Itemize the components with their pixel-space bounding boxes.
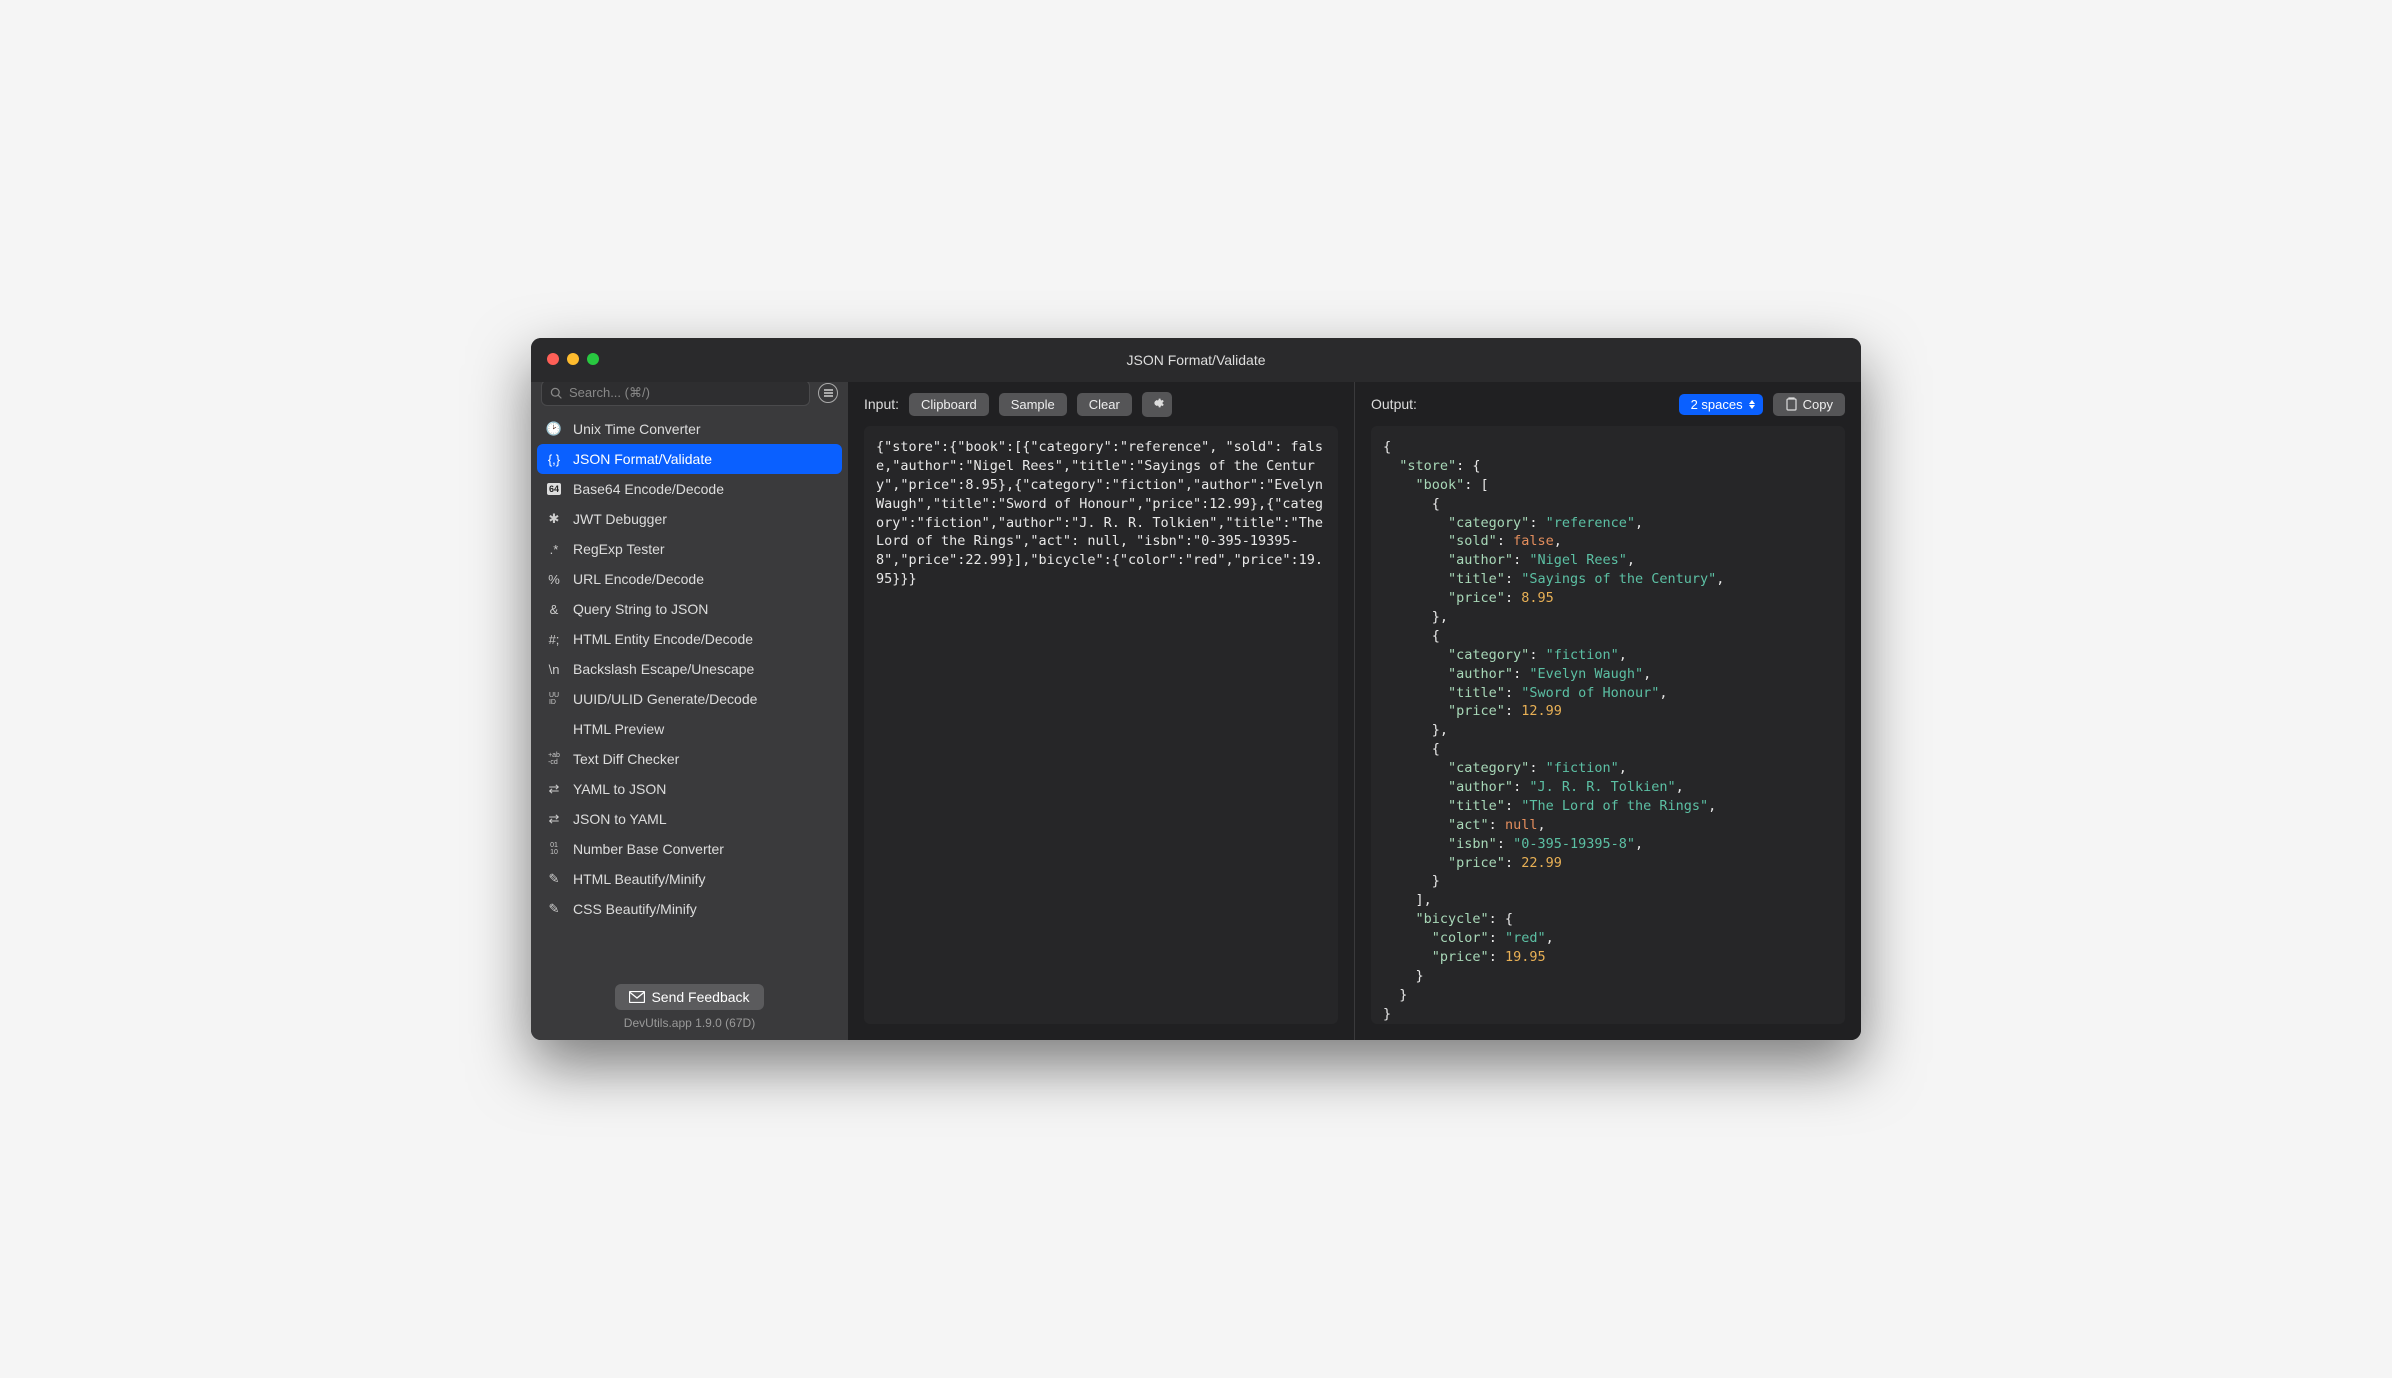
sample-button[interactable]: Sample	[999, 393, 1067, 416]
sidebar-item-2[interactable]: 64 Base64 Encode/Decode	[537, 474, 842, 504]
bslash-icon: \n	[545, 662, 563, 677]
sidebar-item-label: Number Base Converter	[573, 841, 724, 857]
output-label: Output:	[1371, 396, 1417, 412]
feedback-label: Send Feedback	[651, 989, 749, 1005]
bits-icon: 01 10	[545, 842, 563, 856]
window-title: JSON Format/Validate	[1126, 352, 1265, 368]
swap-icon: ⇄	[545, 811, 563, 827]
wand-icon: ✎	[545, 871, 563, 887]
sidebar-item-7[interactable]: #; HTML Entity Encode/Decode	[537, 624, 842, 654]
sidebar-item-4[interactable]: .* RegExp Tester	[537, 534, 842, 564]
filter-icon[interactable]	[818, 383, 838, 403]
version-label: DevUtils.app 1.9.0 (67D)	[531, 1016, 848, 1030]
sidebar-item-13[interactable]: ⇄ JSON to YAML	[537, 804, 842, 834]
gear-icon	[1150, 396, 1164, 410]
sidebar-item-label: Base64 Encode/Decode	[573, 481, 724, 497]
sidebar-item-3[interactable]: ✱ JWT Debugger	[537, 504, 842, 534]
copy-button[interactable]: Copy	[1773, 393, 1845, 416]
pct-icon: %	[545, 572, 563, 587]
hash-icon: #;	[545, 632, 563, 647]
search-placeholder: Search... (⌘/)	[569, 385, 650, 401]
sidebar-item-label: JWT Debugger	[573, 511, 667, 527]
sidebar-item-label: RegExp Tester	[573, 541, 665, 557]
indent-select[interactable]: 2 spaces	[1679, 394, 1763, 415]
sidebar-item-label: HTML Preview	[573, 721, 664, 737]
app-window: JSON Format/Validate Search... (⌘/) 🕑 Uni…	[531, 338, 1861, 1040]
sidebar-item-11[interactable]: +ab -cd Text Diff Checker	[537, 744, 842, 774]
sidebar-item-5[interactable]: % URL Encode/Decode	[537, 564, 842, 594]
sidebar-item-label: URL Encode/Decode	[573, 571, 704, 587]
mail-icon	[629, 991, 645, 1003]
sidebar-item-6[interactable]: &Query String to JSON	[537, 594, 842, 624]
b64-icon: 64	[545, 483, 563, 495]
search-icon	[550, 387, 563, 400]
chevron-updown-icon	[1749, 400, 1755, 409]
clipboard-button[interactable]: Clipboard	[909, 393, 989, 416]
main-area: Input: Clipboard Sample Clear {"store":{…	[848, 382, 1861, 1040]
sidebar-item-16[interactable]: ✎ CSS Beautify/Minify	[537, 894, 842, 924]
sidebar-item-label: HTML Entity Encode/Decode	[573, 631, 753, 647]
sidebar-item-12[interactable]: ⇄ YAML to JSON	[537, 774, 842, 804]
sidebar-item-label: JSON Format/Validate	[573, 451, 712, 467]
sidebar-item-14[interactable]: 01 10 Number Base Converter	[537, 834, 842, 864]
titlebar: JSON Format/Validate	[531, 338, 1861, 382]
close-icon[interactable]	[547, 353, 559, 365]
indent-label: 2 spaces	[1691, 397, 1743, 412]
regex-icon: .*	[545, 542, 563, 557]
clear-button[interactable]: Clear	[1077, 393, 1132, 416]
input-pane: Input: Clipboard Sample Clear {"store":{…	[848, 382, 1355, 1040]
sidebar: Search... (⌘/) 🕑 Unix Time Converter {,} JS…	[531, 382, 848, 1040]
input-editor[interactable]: {"store":{"book":[{"category":"reference…	[864, 426, 1338, 1024]
sidebar-item-10[interactable]: HTML Preview	[537, 714, 842, 744]
sidebar-footer: Send Feedback DevUtils.app 1.9.0 (67D)	[531, 976, 848, 1040]
search-input[interactable]: Search... (⌘/)	[541, 380, 810, 406]
sidebar-item-label: Unix Time Converter	[573, 421, 701, 437]
uuid-icon: UU ID	[545, 692, 563, 706]
sidebar-list: 🕑 Unix Time Converter {,} JSON Format/Valid…	[531, 414, 848, 976]
jwt-icon: ✱	[545, 511, 563, 527]
output-pane: Output: 2 spaces Copy { "store": { "book…	[1355, 382, 1861, 1040]
braces-icon: {,}	[545, 452, 563, 467]
sidebar-item-label: YAML to JSON	[573, 781, 666, 797]
sidebar-item-label: CSS Beautify/Minify	[573, 901, 697, 917]
input-label: Input:	[864, 396, 899, 412]
sidebar-item-8[interactable]: \n Backslash Escape/Unescape	[537, 654, 842, 684]
diff-icon: +ab -cd	[545, 752, 563, 766]
swap-icon: ⇄	[545, 781, 563, 797]
sidebar-item-label: Query String to JSON	[573, 601, 708, 617]
wand-icon: ✎	[545, 901, 563, 917]
sidebar-item-label: HTML Beautify/Minify	[573, 871, 706, 887]
maximize-icon[interactable]	[587, 353, 599, 365]
traffic-lights	[547, 353, 599, 365]
feedback-button[interactable]: Send Feedback	[615, 984, 763, 1010]
output-text: { "store": { "book": [ { "category": "re…	[1383, 438, 1833, 1024]
input-text: {"store":{"book":[{"category":"reference…	[876, 438, 1326, 589]
sidebar-item-label: UUID/ULID Generate/Decode	[573, 691, 757, 707]
clipboard-icon	[1785, 397, 1797, 411]
output-editor[interactable]: { "store": { "book": [ { "category": "re…	[1371, 426, 1845, 1024]
sidebar-item-label: Backslash Escape/Unescape	[573, 661, 754, 677]
clock-icon: 🕑	[545, 421, 563, 437]
settings-button[interactable]	[1142, 392, 1172, 417]
sidebar-item-1[interactable]: {,} JSON Format/Validate	[537, 444, 842, 474]
minimize-icon[interactable]	[567, 353, 579, 365]
sidebar-item-15[interactable]: ✎ HTML Beautify/Minify	[537, 864, 842, 894]
content: Search... (⌘/) 🕑 Unix Time Converter {,} JS…	[531, 382, 1861, 1040]
sidebar-item-label: Text Diff Checker	[573, 751, 679, 767]
copy-label: Copy	[1803, 397, 1833, 412]
sidebar-item-0[interactable]: 🕑 Unix Time Converter	[537, 414, 842, 444]
sidebar-item-9[interactable]: UU ID UUID/ULID Generate/Decode	[537, 684, 842, 714]
amp-icon: &	[545, 602, 563, 617]
sidebar-item-label: JSON to YAML	[573, 811, 667, 827]
